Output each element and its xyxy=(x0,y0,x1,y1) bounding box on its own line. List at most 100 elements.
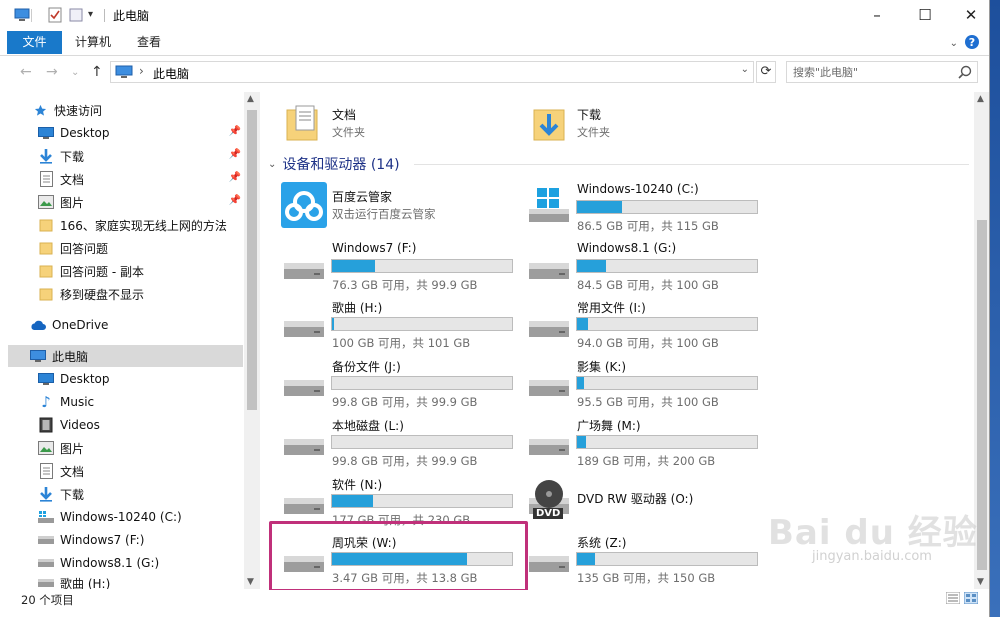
drive-free-space: 84.5 GB 可用，共 100 GB xyxy=(577,277,719,292)
customize-toolbar-chevron-icon[interactable]: ▾ xyxy=(88,9,104,25)
drive-tile[interactable]: Windows8.1 (G:) 84.5 GB 可用，共 100 GB xyxy=(507,237,758,293)
tiles-view-icon[interactable] xyxy=(963,591,979,607)
forward-arrow-icon[interactable]: → xyxy=(46,64,58,80)
video-icon xyxy=(38,417,54,433)
drive-tile[interactable]: 本地磁盘 (L:) 99.8 GB 可用，共 99.9 GB xyxy=(262,413,513,469)
drive-name: 常用文件 (I:) xyxy=(577,301,646,316)
nav-item-documents[interactable]: 文档 📌 xyxy=(38,168,243,190)
back-arrow-icon[interactable]: ← xyxy=(20,64,32,80)
drive-free-space: 135 GB 可用，共 150 GB xyxy=(577,571,716,586)
maximize-button[interactable]: ☐ xyxy=(902,0,948,30)
drive-tile[interactable]: 影集 (K:) 95.5 GB 可用，共 100 GB xyxy=(507,354,758,410)
pin-icon[interactable]: 📌 xyxy=(229,149,241,160)
drive-tile[interactable]: 歌曲 (H:) 100 GB 可用，共 101 GB xyxy=(262,295,513,351)
nav-item-folder[interactable]: 回答问题 - 副本 xyxy=(38,260,243,282)
group-header-devices[interactable]: ⌄ 设备和驱动器 (14) xyxy=(268,154,400,174)
search-input[interactable] xyxy=(787,62,947,82)
drive-name: 歌曲 (H:) xyxy=(332,301,383,316)
drive-free-space: 94.0 GB 可用，共 100 GB xyxy=(577,336,719,351)
nav-item-folder[interactable]: 166、家庭实现无线上网的方法 xyxy=(38,214,243,236)
nav-item-drive-c[interactable]: Windows-10240 (C:) xyxy=(38,506,243,528)
nav-item-downloads[interactable]: 下载 xyxy=(38,483,243,505)
window-title: 此电脑 xyxy=(113,9,150,23)
scroll-down-icon[interactable]: ▼ xyxy=(247,577,254,587)
drive-tile[interactable]: Windows7 (F:) 76.3 GB 可用，共 99.9 GB xyxy=(262,237,513,293)
nav-item-label: 图片 xyxy=(60,441,85,456)
nav-scroll-thumb[interactable] xyxy=(247,110,257,410)
close-button[interactable]: ✕ xyxy=(948,0,989,30)
drive-tile[interactable]: 系统 (Z:) 135 GB 可用，共 150 GB xyxy=(507,530,758,586)
folder-name: 文档 xyxy=(332,108,357,122)
address-bar[interactable]: › 此电脑 ⌄ xyxy=(110,61,754,83)
nav-item-folder[interactable]: 移到硬盘不显示 xyxy=(38,283,243,305)
nav-item-label: Videos xyxy=(60,418,100,432)
document-icon xyxy=(38,171,54,187)
nav-item-drive-g[interactable]: Windows8.1 (G:) xyxy=(38,552,243,574)
collapse-chevron-icon[interactable]: ⌄ xyxy=(268,159,276,170)
drive-name: Windows8.1 (G:) xyxy=(577,240,677,255)
minimize-button[interactable]: – xyxy=(854,0,900,30)
drive-tile[interactable]: 广场舞 (M:) 189 GB 可用，共 200 GB xyxy=(507,413,758,469)
capacity-bar-fill xyxy=(577,201,622,213)
nav-item-onedrive[interactable]: OneDrive xyxy=(30,314,243,336)
content-scroll-thumb[interactable] xyxy=(977,220,987,570)
nav-item-quick-access[interactable]: 快速访问 xyxy=(32,99,243,121)
nav-item-pictures[interactable]: 图片 📌 xyxy=(38,191,243,213)
nav-item-videos[interactable]: Videos xyxy=(38,414,243,436)
address-dropdown-chevron-icon[interactable]: ⌄ xyxy=(741,64,749,75)
nav-item-label: 移到硬盘不显示 xyxy=(60,287,145,302)
drive-tile[interactable]: Windows-10240 (C:) 86.5 GB 可用，共 115 GB xyxy=(507,178,758,234)
capacity-bar-fill xyxy=(577,435,586,448)
nav-item-music[interactable]: ♪ Music xyxy=(38,391,243,413)
refresh-button[interactable]: ⟳ xyxy=(756,61,776,83)
nav-item-pictures[interactable]: 图片 xyxy=(38,437,243,459)
nav-item-drive-f[interactable]: Windows7 (F:) xyxy=(38,529,243,551)
documents-folder-icon xyxy=(286,105,318,141)
nav-item-drive-h[interactable]: 歌曲 (H:) xyxy=(38,575,243,589)
folder-tile-downloads[interactable]: 下载 文件夹 xyxy=(529,98,749,148)
nav-item-desktop[interactable]: Desktop 📌 xyxy=(38,122,243,144)
nav-scrollbar[interactable]: ▲ ▼ xyxy=(244,92,260,589)
drive-tile[interactable]: 软件 (N:) 177 GB 可用，共 230 GB xyxy=(262,472,513,528)
breadcrumb-chevron-icon[interactable]: › xyxy=(139,64,144,78)
dvd-drive-o[interactable]: DVD DVD RW 驱动器 (O:) xyxy=(507,472,747,528)
scroll-down-icon[interactable]: ▼ xyxy=(977,577,984,587)
new-folder-icon[interactable] xyxy=(68,7,84,23)
pictures-icon xyxy=(38,440,54,456)
nav-item-folder[interactable]: 回答问题 xyxy=(38,237,243,259)
computer-icon[interactable] xyxy=(14,7,30,23)
app-name: 百度云管家 xyxy=(332,190,393,204)
folder-tile-documents[interactable]: 文档 文件夹 xyxy=(284,98,504,148)
search-box[interactable] xyxy=(786,61,978,83)
ribbon-expand-chevron-icon[interactable]: ⌄ xyxy=(950,38,958,49)
drive-tile[interactable]: 常用文件 (I:) 94.0 GB 可用，共 100 GB xyxy=(507,295,758,351)
nav-item-desktop[interactable]: Desktop xyxy=(38,368,243,390)
drive-tile[interactable]: 备份文件 (J:) 99.8 GB 可用，共 99.9 GB xyxy=(262,354,513,410)
pin-icon[interactable]: 📌 xyxy=(229,195,241,206)
nav-item-downloads[interactable]: 下载 📌 xyxy=(38,145,243,167)
recent-locations-chevron-icon[interactable]: ⌄ xyxy=(71,67,79,78)
breadcrumb-this-pc[interactable]: 此电脑 xyxy=(153,65,189,82)
nav-item-label: Windows8.1 (G:) xyxy=(60,556,160,570)
scroll-up-icon[interactable]: ▲ xyxy=(977,94,984,104)
tab-computer[interactable]: 计算机 xyxy=(68,31,118,54)
up-arrow-icon[interactable]: ↑ xyxy=(91,64,103,80)
pin-icon[interactable]: 📌 xyxy=(229,126,241,137)
scroll-up-icon[interactable]: ▲ xyxy=(247,94,254,104)
nav-item-this-pc[interactable]: 此电脑 xyxy=(8,345,243,367)
folder-type: 文件夹 xyxy=(577,126,610,139)
capacity-bar xyxy=(331,493,513,508)
drive-icon xyxy=(284,380,324,397)
capacity-bar xyxy=(576,258,758,273)
app-tile-baidu[interactable]: 百度云管家 双击运行百度云管家 xyxy=(262,178,502,234)
details-view-icon[interactable] xyxy=(945,591,961,607)
nav-item-documents[interactable]: 文档 xyxy=(38,460,243,482)
tab-view[interactable]: 查看 xyxy=(128,31,170,54)
tab-file[interactable]: 文件 xyxy=(7,31,62,54)
help-icon[interactable]: ? xyxy=(964,34,980,53)
folder-icon xyxy=(38,286,54,302)
pin-icon[interactable]: 📌 xyxy=(229,172,241,183)
properties-icon[interactable] xyxy=(47,7,63,23)
drive-free-space: 76.3 GB 可用，共 99.9 GB xyxy=(332,277,478,292)
search-icon[interactable] xyxy=(958,65,972,82)
